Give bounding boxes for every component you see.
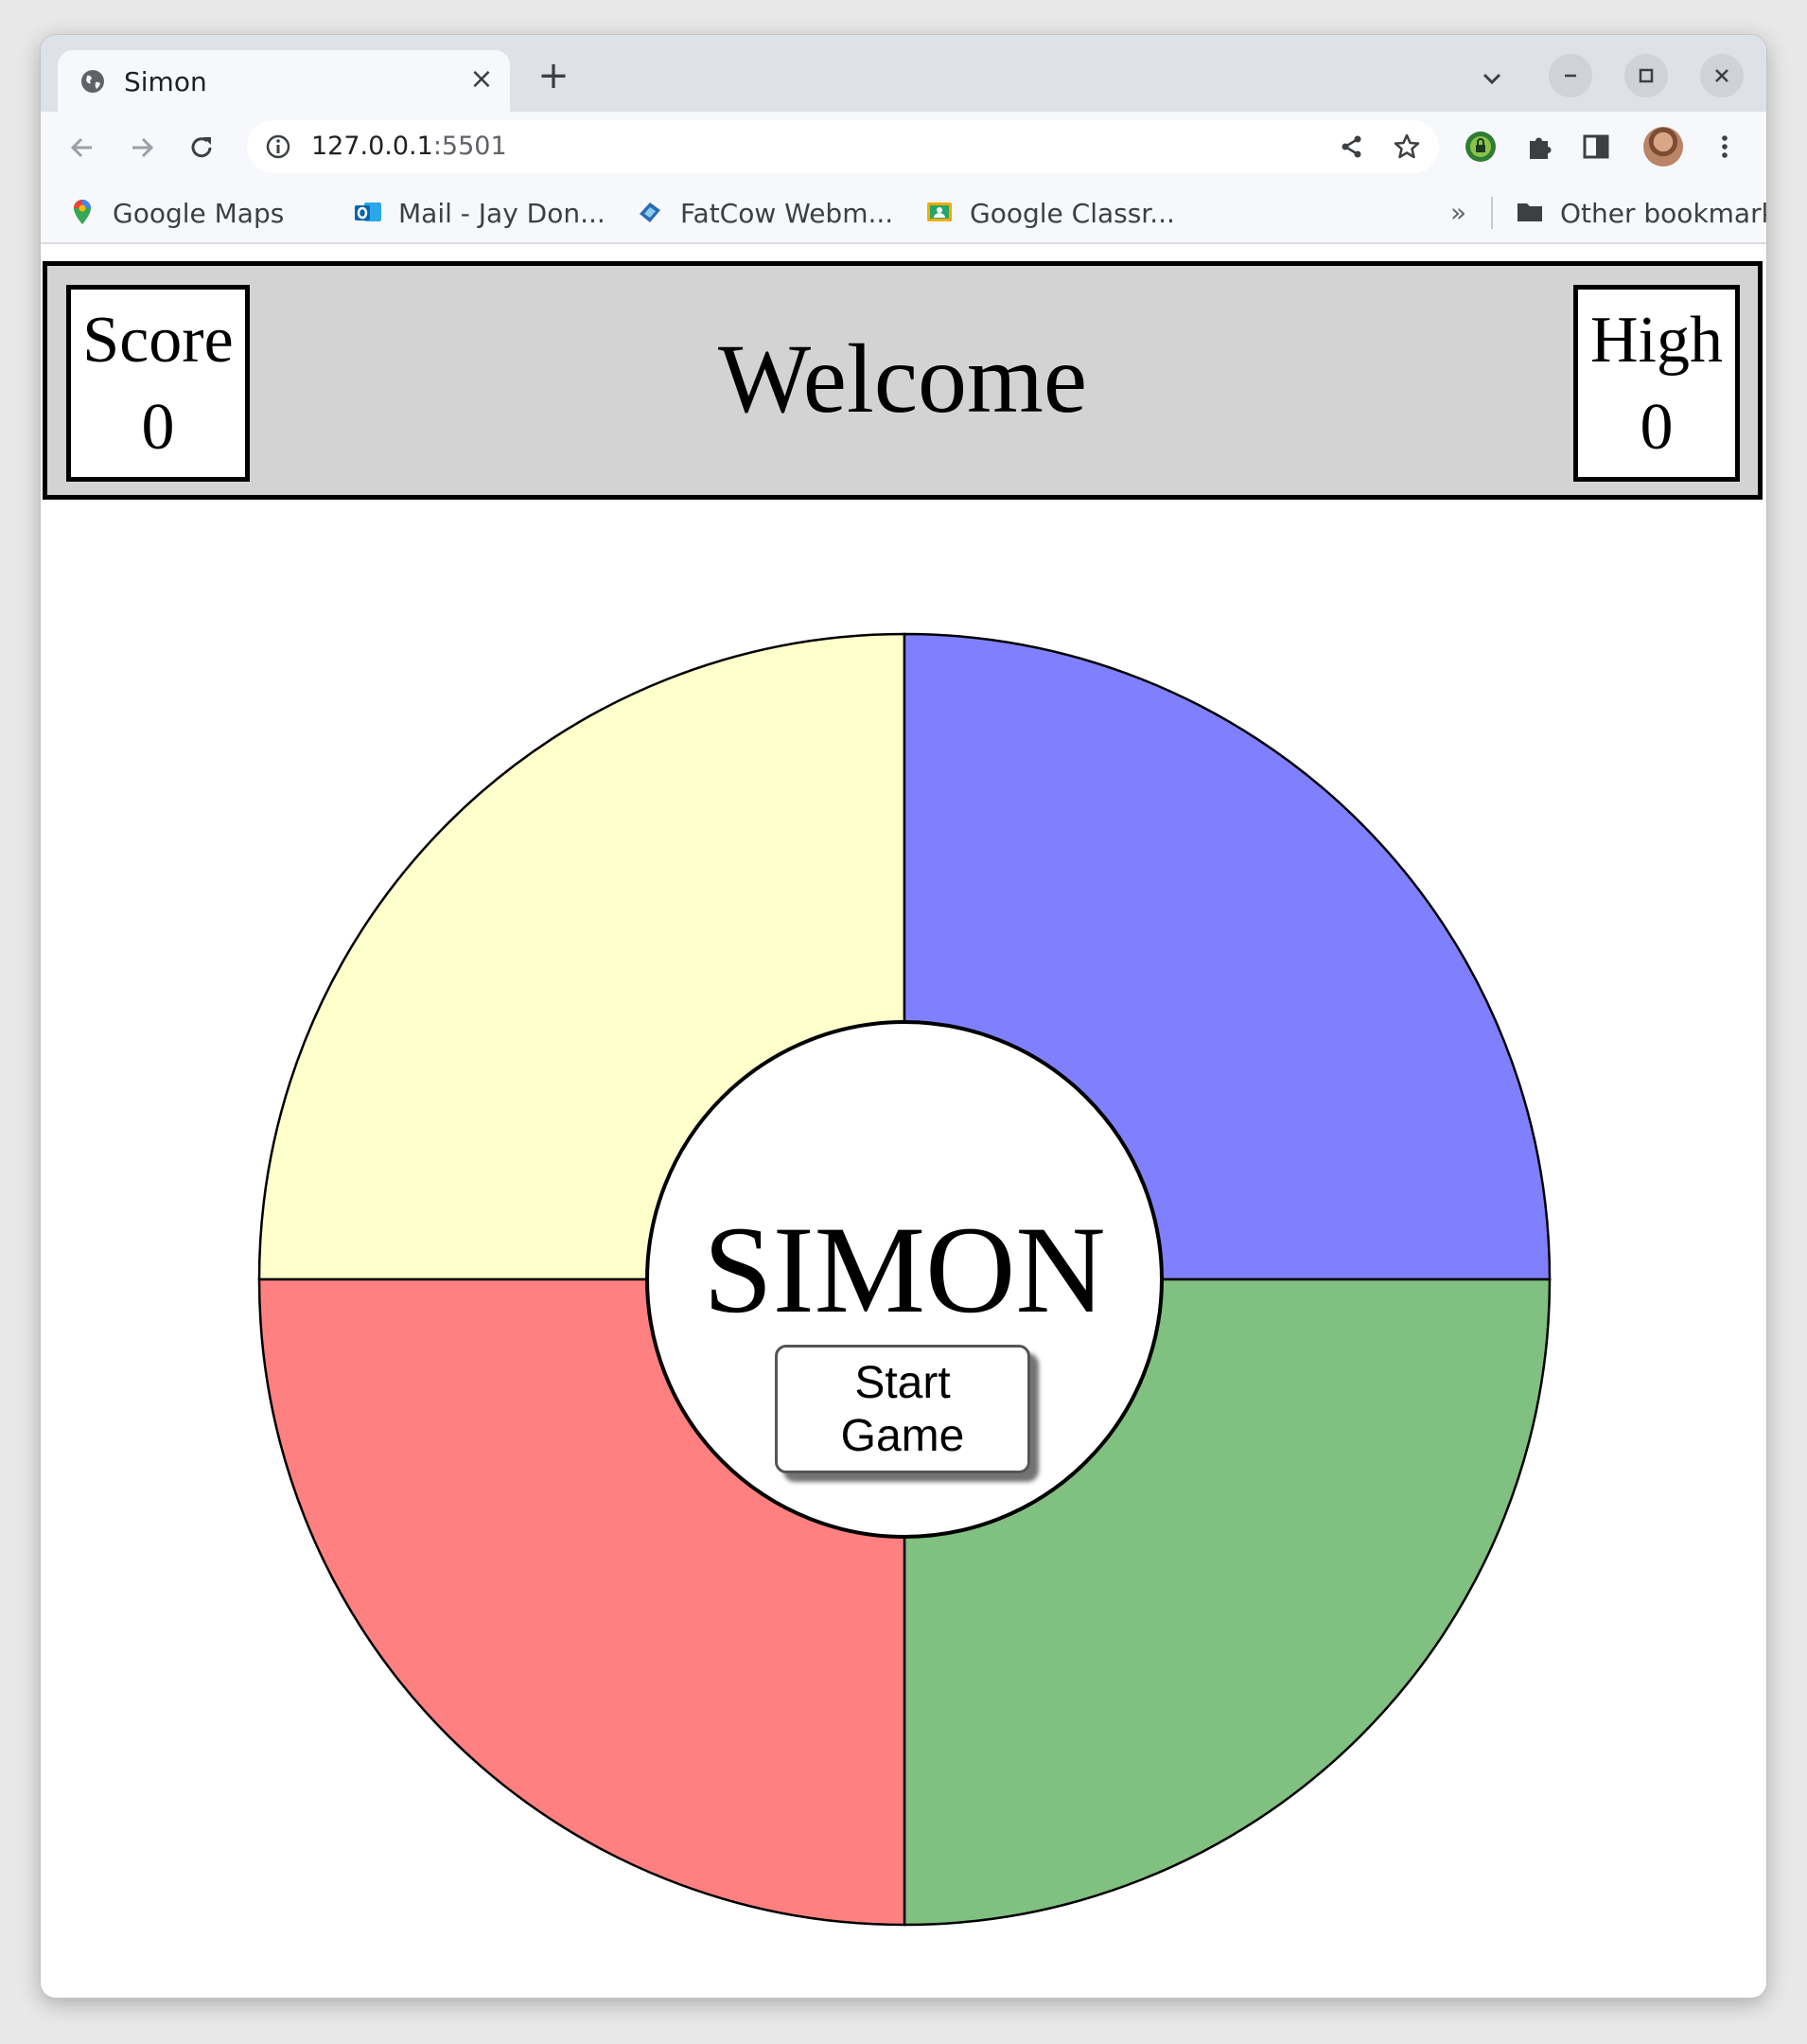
- new-tab-button[interactable]: +: [535, 57, 572, 96]
- minimize-icon: [1565, 74, 1576, 78]
- tab-title: Simon: [124, 66, 207, 97]
- google-maps-icon: [74, 200, 91, 224]
- password-manager-icon[interactable]: [1464, 130, 1498, 164]
- browser-toolbar: 127.0.0.1:5501: [41, 112, 1766, 182]
- address-bar[interactable]: 127.0.0.1:5501: [247, 120, 1439, 173]
- maximize-icon: [1639, 68, 1654, 83]
- outlook-icon: [355, 203, 381, 221]
- bookmark-google-classroom[interactable]: Google Classr...: [924, 195, 1189, 229]
- star-icon[interactable]: [1392, 132, 1422, 162]
- profile-avatar[interactable]: [1643, 127, 1683, 167]
- bookmark-fatcow[interactable]: FatCow Webm...: [635, 195, 900, 229]
- close-window-button[interactable]: [1700, 54, 1744, 97]
- bookmarks-divider: [1491, 197, 1493, 229]
- other-bookmarks-folder[interactable]: Other bookmarks: [1515, 195, 1766, 229]
- chevron-down-icon[interactable]: [1477, 63, 1507, 94]
- simon-title: SIMON: [703, 1200, 1105, 1339]
- fatcow-icon: [640, 203, 660, 222]
- close-tab-icon[interactable]: ×: [466, 64, 497, 95]
- bookmarks-bar: Google Maps Mail - Jay Don... FatCow Web…: [41, 182, 1766, 244]
- maximize-button[interactable]: [1624, 54, 1668, 97]
- close-icon: [1715, 69, 1728, 82]
- simon-board: SIMON: [257, 632, 1552, 1927]
- google-classroom-icon: [927, 203, 952, 221]
- back-arrow-icon[interactable]: [65, 131, 99, 165]
- start-label-line1: Start: [854, 1358, 951, 1408]
- info-icon[interactable]: [264, 132, 292, 161]
- browser-window: Simon × + 127.0.0.1:5501 Google Maps Mai…: [41, 35, 1766, 1998]
- title-bar: Simon × +: [41, 35, 1766, 114]
- globe-icon: [81, 70, 104, 93]
- start-game-button[interactable]: Start Game: [775, 1345, 1030, 1473]
- bookmark-google-maps[interactable]: Google Maps: [67, 195, 332, 229]
- bookmark-mail[interactable]: Mail - Jay Don...: [353, 195, 618, 229]
- url-text: 127.0.0.1:5501: [311, 132, 507, 161]
- start-label-line2: Game: [840, 1411, 965, 1461]
- more-menu-icon[interactable]: [1708, 130, 1742, 164]
- minimize-button[interactable]: [1549, 54, 1592, 97]
- share-icon[interactable]: [1337, 132, 1367, 162]
- page-content: Score 0 Welcome High 0 SIMON Start Game: [41, 244, 1766, 1998]
- side-panel-icon[interactable]: [1579, 130, 1613, 164]
- folder-icon: [1518, 203, 1542, 221]
- forward-arrow-icon[interactable]: [125, 131, 159, 165]
- bookmarks-overflow-button[interactable]: »: [1450, 197, 1466, 228]
- extensions-icon[interactable]: [1522, 130, 1556, 164]
- reload-icon[interactable]: [184, 131, 219, 165]
- tab-simon[interactable]: Simon ×: [58, 50, 510, 114]
